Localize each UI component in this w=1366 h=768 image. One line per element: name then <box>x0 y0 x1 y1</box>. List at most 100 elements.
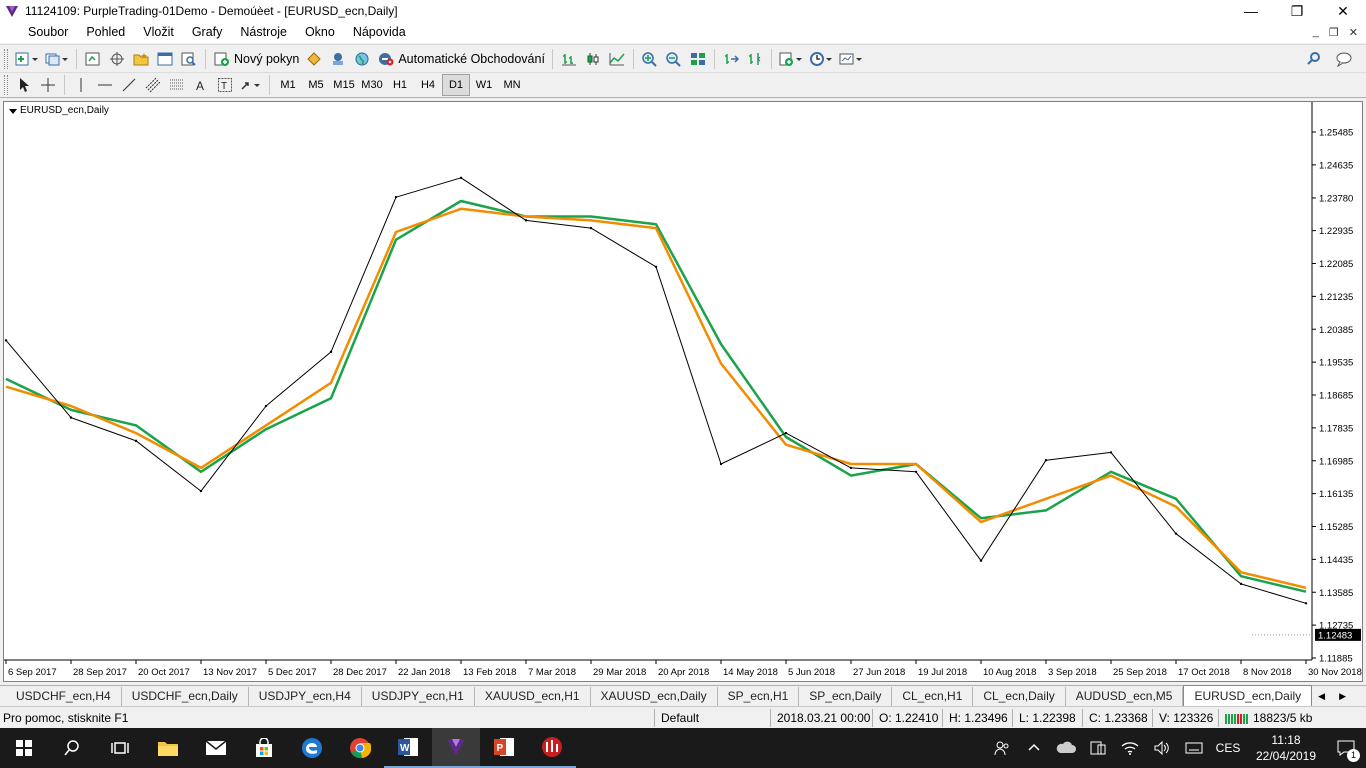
indicators-button[interactable] <box>776 48 806 70</box>
auto-trading-button[interactable]: Automatické Obchodování <box>374 48 548 70</box>
profiles-button[interactable] <box>42 48 72 70</box>
menu-napovida[interactable]: Nápovida <box>344 22 415 43</box>
timeframe-m1[interactable]: M1 <box>274 74 302 96</box>
text-tool[interactable]: A <box>189 74 213 96</box>
start-button[interactable] <box>0 728 48 768</box>
data-window-button[interactable] <box>105 48 129 70</box>
crosshair-tool[interactable] <box>36 74 60 96</box>
templates-button[interactable] <box>836 48 866 70</box>
terminal-button[interactable] <box>153 48 177 70</box>
timeframe-m15[interactable]: M15 <box>330 74 358 96</box>
date-label: 28 Sep 2017 <box>73 667 127 678</box>
mail-button[interactable] <box>192 728 240 768</box>
language-indicator[interactable]: CES <box>1210 741 1246 755</box>
cursor-icon <box>16 77 32 93</box>
search-button[interactable] <box>1302 48 1326 70</box>
tab-xauusd-h1[interactable]: XAUUSD_ecn,H1 <box>475 687 591 706</box>
timeframe-m5[interactable]: M5 <box>302 74 330 96</box>
tab-sp-h1[interactable]: SP_ecn,H1 <box>718 687 800 706</box>
chrome-button[interactable] <box>336 728 384 768</box>
expert-button[interactable] <box>302 48 326 70</box>
timeframe-w1[interactable]: W1 <box>470 74 498 96</box>
store-button[interactable] <box>240 728 288 768</box>
periods-button[interactable] <box>806 48 836 70</box>
word-button[interactable]: W <box>384 728 432 768</box>
tab-xauusd-daily[interactable]: XAUUSD_ecn,Daily <box>591 687 718 706</box>
chart-area[interactable]: 1.254851.246351.237801.229351.220851.212… <box>3 101 1363 682</box>
status-profile[interactable]: Default <box>654 709 770 727</box>
trading-app-button[interactable] <box>528 728 576 768</box>
tab-usdjpy-h1[interactable]: USDJPY_ecn,H1 <box>362 687 475 706</box>
zoom-in-button[interactable] <box>638 48 662 70</box>
text-label-tool[interactable]: T <box>213 74 237 96</box>
mdi-minimize-button[interactable]: _ <box>1313 26 1319 39</box>
timeframe-h1[interactable]: H1 <box>386 74 414 96</box>
market-watch-button[interactable] <box>81 48 105 70</box>
tab-sp-daily[interactable]: SP_ecn,Daily <box>799 687 892 706</box>
keyboard-button[interactable] <box>1178 728 1210 768</box>
powerpoint-button[interactable]: P <box>480 728 528 768</box>
cursor-tool[interactable] <box>12 74 36 96</box>
search-taskbar-button[interactable] <box>48 728 96 768</box>
menu-soubor[interactable]: Soubor <box>0 22 77 43</box>
equidistant-channel-tool[interactable] <box>141 74 165 96</box>
bar-chart-button[interactable] <box>557 48 581 70</box>
new-order-button[interactable]: Nový pokyn <box>210 48 302 70</box>
status-connection[interactable]: 18823/5 kb <box>1218 709 1366 727</box>
tab-audusd-m5[interactable]: AUDUSD_ecn,M5 <box>1066 687 1184 706</box>
menu-vlozit[interactable]: Vložit <box>134 22 183 43</box>
timeframe-d1[interactable]: D1 <box>442 74 470 96</box>
onedrive-button[interactable] <box>1050 728 1082 768</box>
task-view-button[interactable] <box>96 728 144 768</box>
auto-scroll-button[interactable] <box>719 48 743 70</box>
tile-windows-button[interactable] <box>686 48 710 70</box>
tab-cl-h1[interactable]: CL_ecn,H1 <box>892 687 973 706</box>
tab-cl-daily[interactable]: CL_ecn,Daily <box>973 687 1065 706</box>
timeframe-m30[interactable]: M30 <box>358 74 386 96</box>
tab-usdchf-h4[interactable]: USDCHF_ecn,H4 <box>0 687 122 706</box>
volume-button[interactable] <box>1146 728 1178 768</box>
menu-okno[interactable]: Okno <box>296 22 344 43</box>
edge-button[interactable] <box>288 728 336 768</box>
menu-grafy[interactable]: Grafy <box>183 22 232 43</box>
mdi-close-button[interactable]: ✕ <box>1349 26 1358 39</box>
navigator-button[interactable] <box>129 48 153 70</box>
tab-usdjpy-h4[interactable]: USDJPY_ecn,H4 <box>249 687 362 706</box>
tablet-mode-button[interactable] <box>1082 728 1114 768</box>
strategy-tester-button[interactable] <box>177 48 201 70</box>
arrows-tool[interactable] <box>237 74 265 96</box>
maximize-button[interactable]: ❐ <box>1274 0 1320 22</box>
chat-button[interactable] <box>1332 48 1356 70</box>
clock[interactable]: 11:18 22/04/2019 <box>1246 732 1326 764</box>
horizontal-line-tool[interactable] <box>93 74 117 96</box>
close-button[interactable]: ✕ <box>1320 0 1366 22</box>
market-button[interactable] <box>350 48 374 70</box>
timeframe-h4[interactable]: H4 <box>414 74 442 96</box>
chart-shift-button[interactable] <box>743 48 767 70</box>
new-chart-button[interactable] <box>12 48 42 70</box>
tab-scroll-arrows[interactable]: ◀▶ <box>1318 687 1366 706</box>
trendline-tool[interactable] <box>117 74 141 96</box>
file-explorer-button[interactable] <box>144 728 192 768</box>
tab-eurusd-daily[interactable]: EURUSD_ecn,Daily <box>1183 685 1312 706</box>
price-label: 1.23780 <box>1319 193 1353 204</box>
metatrader-button[interactable] <box>432 728 480 768</box>
price-chart[interactable]: 1.254851.246351.237801.229351.220851.212… <box>4 102 1362 681</box>
vertical-line-tool[interactable] <box>69 74 93 96</box>
candle-chart-button[interactable] <box>581 48 605 70</box>
chart-symbol-label[interactable]: EURUSD_ecn,Daily <box>9 105 109 116</box>
menu-nastroje[interactable]: Nástroje <box>231 22 296 43</box>
notifications-button[interactable]: 1 <box>1326 728 1366 768</box>
wifi-button[interactable] <box>1114 728 1146 768</box>
tray-expand-button[interactable] <box>1018 728 1050 768</box>
menu-pohled[interactable]: Pohled <box>77 22 134 43</box>
line-chart-button[interactable] <box>605 48 629 70</box>
people-button[interactable] <box>986 728 1018 768</box>
signals-button[interactable] <box>326 48 350 70</box>
zoom-out-button[interactable] <box>662 48 686 70</box>
minimize-button[interactable]: — <box>1228 0 1274 22</box>
fibonacci-tool[interactable] <box>165 74 189 96</box>
tab-usdchf-daily[interactable]: USDCHF_ecn,Daily <box>122 687 249 706</box>
mdi-restore-button[interactable]: ❐ <box>1329 26 1339 39</box>
timeframe-mn[interactable]: MN <box>498 74 526 96</box>
